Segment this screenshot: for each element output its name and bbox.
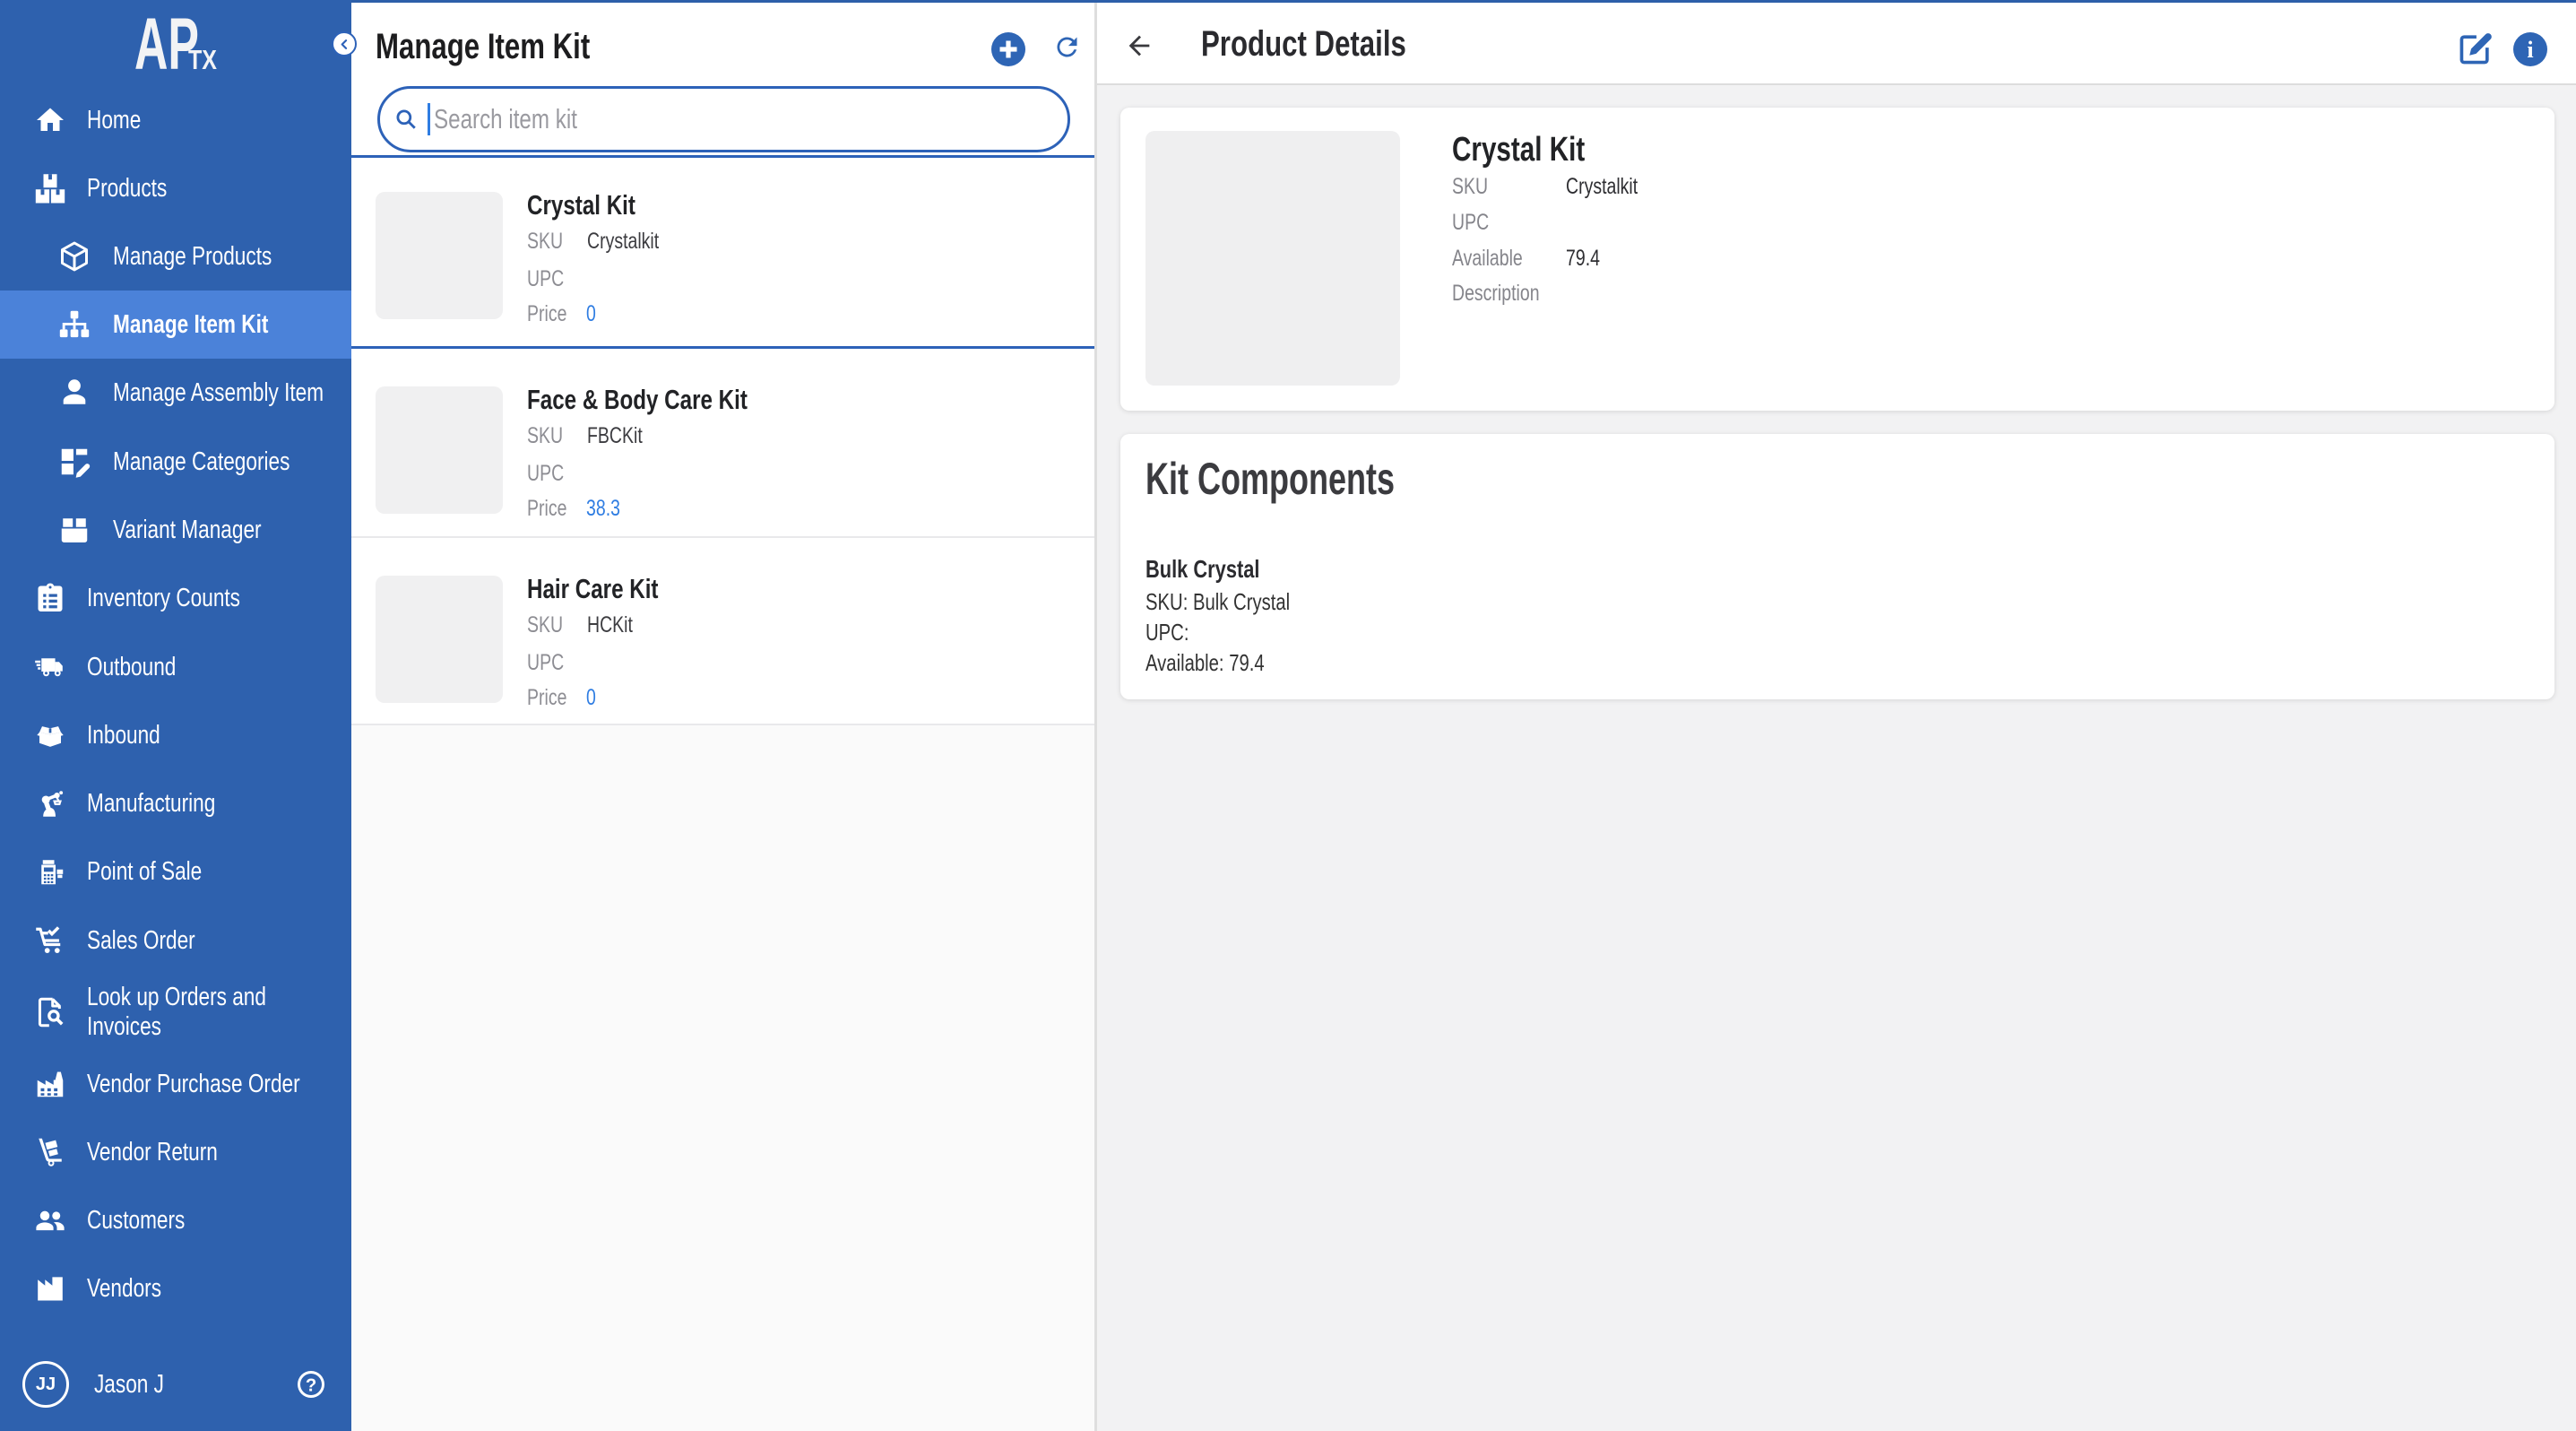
svg-text:TX: TX — [188, 44, 217, 75]
svg-text:?: ? — [306, 1376, 316, 1396]
svg-text:i: i — [2527, 37, 2533, 63]
